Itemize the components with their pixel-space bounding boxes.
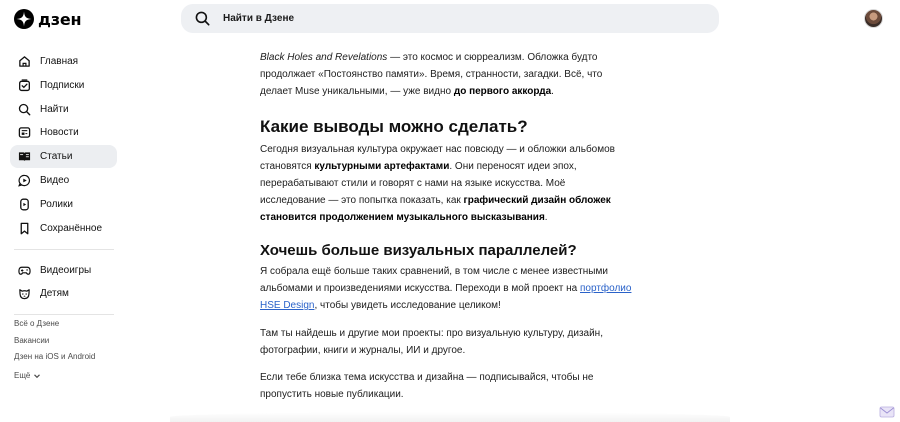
- paragraph-bold: до первого аккорда: [453, 85, 552, 97]
- sidebar-item-label: Видеоигры: [40, 264, 92, 276]
- paragraph-text: .: [544, 211, 548, 223]
- article-paragraph: Там ты найдешь и другие мои проекты: про…: [260, 327, 603, 356]
- sidebar-nav: Главная Подписки Найти Новости Статьи Ви…: [10, 50, 117, 324]
- footer-more-label: Ещё: [14, 370, 31, 380]
- footer-more-button[interactable]: Ещё: [14, 368, 95, 385]
- sidebar-item-label: Найти: [40, 103, 69, 115]
- kids-icon: [19, 289, 30, 300]
- sidebar-divider: [14, 248, 114, 250]
- sidebar-item-articles[interactable]: Статьи: [10, 145, 117, 169]
- section-heading: Хочешь больше визуальных параллелей?: [260, 242, 577, 260]
- paragraph-text: , чтобы увидеть исследование целиком!: [314, 299, 501, 311]
- sidebar-item-video[interactable]: Видео: [10, 169, 117, 192]
- sidebar-item-shorts[interactable]: Ролики: [10, 193, 117, 216]
- sidebar-item-label: Главная: [40, 56, 79, 67]
- article-paragraph: Если тебе близка тема искусства и дизайн…: [260, 372, 594, 401]
- search-icon: [18, 103, 31, 115]
- gamepad-icon: [18, 266, 31, 275]
- video-icon: [18, 174, 30, 187]
- sidebar-item-label: Статьи: [40, 151, 73, 163]
- sidebar-item-label: Видео: [40, 174, 70, 186]
- subscriptions-icon: [19, 79, 30, 91]
- sidebar-item-saved[interactable]: Сохранённое: [10, 217, 117, 240]
- articles-icon: [18, 152, 31, 162]
- chevron-down-icon: [34, 374, 41, 378]
- paragraph-text: Я собрала ещё больше таких сравнений, в …: [260, 266, 608, 295]
- sidebar-item-label: Подписки: [40, 79, 85, 91]
- sidebar-item-label: Новости: [40, 127, 79, 139]
- sidebar-footer: Всё о Дзене Вакансии Дзен на iOS и Andro…: [14, 318, 95, 384]
- sidebar-item-subscriptions[interactable]: Подписки: [10, 74, 117, 97]
- bottom-shadow: [170, 412, 730, 422]
- article-body: Black Holes and Revelations — это космос…: [260, 50, 632, 404]
- paragraph-text: .: [551, 85, 554, 97]
- sidebar-item-kids[interactable]: Детям: [10, 282, 117, 305]
- search-placeholder: Найти в Дзене: [223, 13, 295, 24]
- sidebar-item-label: Ролики: [40, 198, 73, 210]
- album-title: Black Holes and Revelations: [260, 52, 388, 63]
- dzen-logo-icon: [14, 9, 34, 29]
- search-icon: [195, 11, 210, 26]
- article-paragraph: Сегодня визуальная культура окружает нас…: [260, 142, 632, 226]
- dzen-logo[interactable]: дзен: [14, 9, 82, 29]
- article-paragraph: Я собрала ещё больше таких сравнений, в …: [260, 264, 632, 314]
- footer-link-jobs[interactable]: Вакансии: [14, 335, 95, 352]
- bookmark-icon: [20, 222, 29, 234]
- section-heading: Какие выводы можно сделать?: [260, 117, 528, 137]
- shorts-icon: [20, 198, 29, 211]
- paragraph-bold: культурными артефактами: [314, 161, 450, 173]
- home-icon: [19, 56, 30, 67]
- sidebar-item-news[interactable]: Новости: [10, 121, 117, 144]
- sidebar-item-search[interactable]: Найти: [10, 98, 117, 121]
- news-icon: [18, 127, 31, 139]
- sidebar-item-label: Сохранённое: [40, 222, 103, 234]
- mail-icon[interactable]: [879, 405, 895, 419]
- sidebar-item-videogames[interactable]: Видеоигры: [10, 259, 117, 282]
- search-input[interactable]: Найти в Дзене: [181, 4, 719, 33]
- footer-link-apps[interactable]: Дзен на iOS и Android: [14, 351, 95, 368]
- logo-text: дзен: [38, 9, 82, 29]
- article-paragraph: Black Holes and Revelations — это космос…: [260, 50, 632, 100]
- footer-link-about[interactable]: Всё о Дзене: [14, 318, 95, 335]
- sidebar-item-home[interactable]: Главная: [10, 50, 117, 73]
- avatar[interactable]: [864, 9, 883, 28]
- sidebar-divider: [14, 314, 114, 316]
- sidebar-item-label: Детям: [40, 288, 69, 300]
